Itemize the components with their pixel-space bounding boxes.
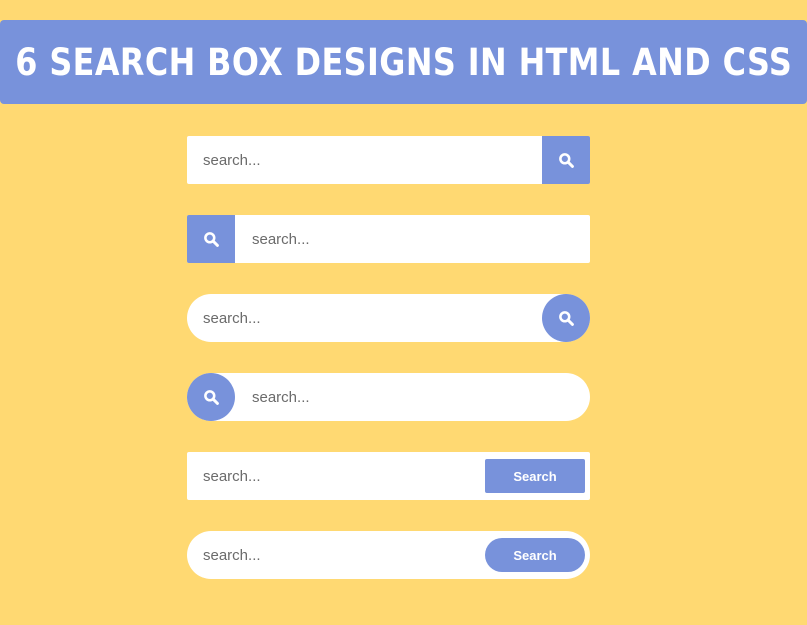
search-button[interactable] <box>542 136 590 184</box>
search-icon <box>558 310 574 326</box>
search-box-3 <box>187 294 590 342</box>
page-title: 6 SEARCH BOX DESIGNS IN HTML AND CSS <box>15 40 792 84</box>
search-icon <box>203 231 219 247</box>
search-box-5: Search <box>187 452 590 500</box>
search-box-2 <box>187 215 590 263</box>
search-input[interactable] <box>203 531 483 579</box>
search-box-6: Search <box>187 531 590 579</box>
search-icon <box>558 152 574 168</box>
search-box-4 <box>187 373 590 421</box>
search-box-1 <box>187 136 590 184</box>
search-button[interactable] <box>187 215 235 263</box>
search-icon <box>203 389 219 405</box>
search-input[interactable] <box>203 294 538 342</box>
search-button[interactable] <box>542 294 590 342</box>
search-input[interactable] <box>252 215 572 263</box>
search-button[interactable]: Search <box>485 538 585 572</box>
search-button[interactable]: Search <box>485 459 585 493</box>
search-input[interactable] <box>203 452 483 500</box>
search-input[interactable] <box>203 136 538 184</box>
search-button[interactable] <box>187 373 235 421</box>
page-header: 6 SEARCH BOX DESIGNS IN HTML AND CSS <box>0 20 807 104</box>
search-input[interactable] <box>252 373 572 421</box>
